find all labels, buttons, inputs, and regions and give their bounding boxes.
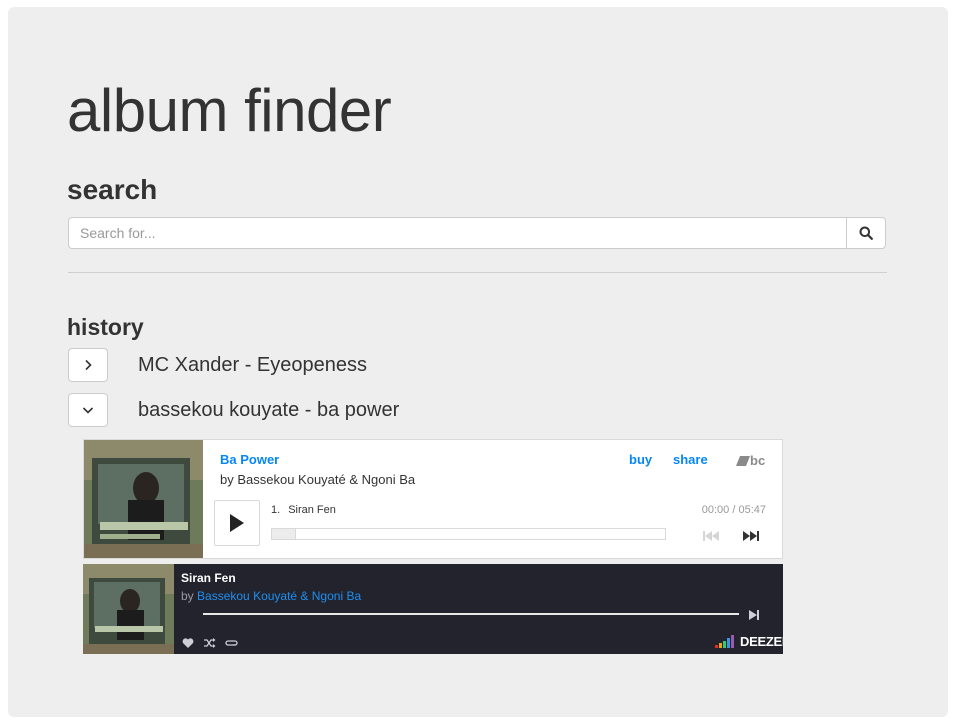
shuffle-button[interactable] — [203, 636, 216, 648]
search-input[interactable] — [69, 218, 849, 248]
chevron-down-icon — [82, 407, 94, 414]
current-track: 1. Siran Fen — [271, 504, 336, 516]
progress-bar[interactable] — [271, 528, 666, 540]
shuffle-icon — [204, 638, 216, 648]
next-track-icon — [749, 610, 759, 620]
section-divider — [68, 272, 887, 273]
repeat-button[interactable] — [225, 636, 238, 648]
chevron-right-icon — [85, 359, 92, 371]
deezer-by-prefix: by — [181, 589, 194, 603]
previous-track-button[interactable] — [702, 529, 720, 541]
history-item-label[interactable]: MC Xander - Eyeopeness — [138, 353, 367, 377]
collapse-toggle-button[interactable] — [68, 393, 108, 427]
repeat-icon — [225, 640, 238, 646]
share-link[interactable]: share — [673, 452, 708, 467]
favorite-button[interactable] — [182, 636, 194, 648]
deezer-progress-bar[interactable] — [203, 613, 739, 615]
deezer-player: Siran Fen by Bassekou Kouyaté & Ngoni Ba — [83, 564, 783, 654]
search-button[interactable] — [846, 218, 885, 248]
previous-track-icon — [703, 531, 719, 541]
play-icon — [230, 514, 244, 532]
progress-handle[interactable] — [272, 529, 296, 539]
track-time: 00:00 / 05:47 — [701, 504, 766, 516]
search-group — [68, 217, 886, 249]
search-heading: search — [67, 174, 158, 205]
next-track-icon — [743, 531, 759, 541]
deezer-logo[interactable] — [715, 635, 737, 649]
bandcamp-player: Ba Power by Bassekou Kouyaté & Ngoni Ba … — [83, 439, 783, 559]
deezer-equalizer-icon — [715, 635, 734, 648]
deezer-logo-text: DEEZER — [740, 634, 783, 649]
buy-link[interactable]: buy — [629, 452, 652, 467]
deezer-album-art[interactable] — [83, 564, 174, 654]
deezer-track-title[interactable]: Siran Fen — [181, 571, 236, 585]
deezer-artist-line: by Bassekou Kouyaté & Ngoni Ba — [181, 589, 361, 603]
deezer-artist-link[interactable]: Bassekou Kouyaté & Ngoni Ba — [197, 589, 361, 603]
next-track-button[interactable] — [742, 529, 760, 541]
track-number: 1. — [271, 504, 281, 516]
bandcamp-logo-text: bc — [750, 453, 766, 468]
album-title-link[interactable]: Ba Power — [220, 452, 279, 467]
heart-icon — [182, 638, 194, 648]
bandcamp-logo-icon — [736, 456, 750, 466]
page-title: album finder — [67, 77, 392, 144]
history-heading: history — [67, 314, 144, 340]
album-art[interactable] — [84, 440, 203, 558]
album-artist: by Bassekou Kouyaté & Ngoni Ba — [220, 472, 416, 487]
deezer-next-button[interactable] — [748, 608, 760, 620]
history-item-label[interactable]: bassekou kouyate - ba power — [138, 398, 399, 422]
expand-toggle-button[interactable] — [68, 348, 108, 382]
bandcamp-logo[interactable]: bc — [736, 453, 768, 468]
play-button[interactable] — [214, 500, 260, 546]
search-icon — [859, 226, 873, 240]
track-title: Siran Fen — [288, 504, 336, 516]
